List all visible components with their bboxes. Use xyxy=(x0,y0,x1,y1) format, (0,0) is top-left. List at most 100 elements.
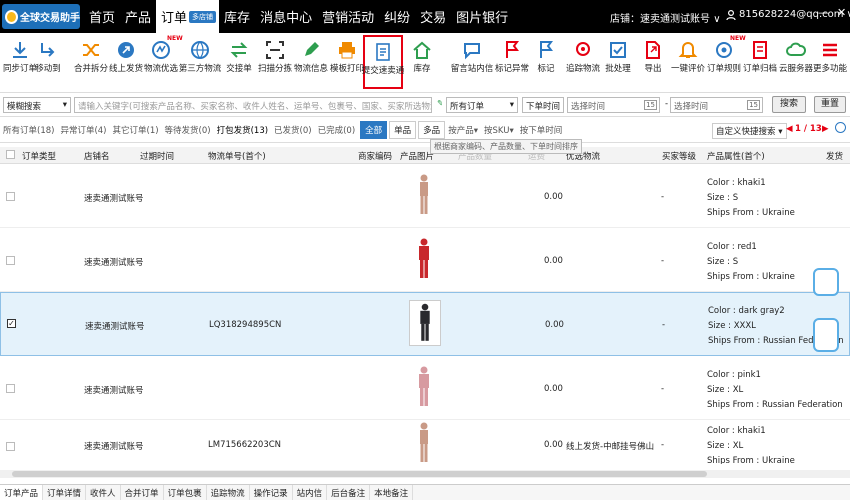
row-amount: 0.00 xyxy=(544,256,563,266)
nav-disputes[interactable]: 纠纷 xyxy=(379,0,415,33)
nav-messages[interactable]: 消息中心 xyxy=(255,0,317,33)
tab-completed[interactable]: 已完成(0) xyxy=(315,124,359,136)
page-next-icon[interactable]: ▶ xyxy=(822,124,829,134)
move-to-button[interactable]: 移动到 xyxy=(28,35,68,89)
sort-by-order-time[interactable]: 按下单时间 xyxy=(517,124,566,136)
user-account[interactable]: 815628224@qq.com ∨ xyxy=(726,9,850,20)
page-prev-icon[interactable]: ◀ xyxy=(786,124,793,134)
search-mode-select[interactable]: 模糊搜索 ▾ xyxy=(3,97,71,113)
row-store: 速卖通测试账号 xyxy=(84,442,144,452)
bar-chart-icon[interactable] xyxy=(813,318,839,352)
filter-all[interactable]: 全部 xyxy=(360,120,388,139)
filter-multi[interactable]: 多品 xyxy=(418,120,446,139)
select-all-checkbox[interactable] xyxy=(6,150,15,159)
hide-icon[interactable] xyxy=(835,122,846,133)
table-row[interactable]: 速卖通测试账号 LM715662203CN 0.00 线上发货-中邮挂号佛山 -… xyxy=(0,420,850,464)
table-header: 订单类型 店铺名 过期时间 物流单号(首个) 商家编码 产品图片 产品数量 运费… xyxy=(0,147,850,164)
sort-by-product[interactable]: 按产品▾ xyxy=(445,124,481,136)
tab-order-package[interactable]: 订单包裹 xyxy=(164,485,207,500)
filter-single[interactable]: 单品 xyxy=(389,120,417,139)
alarm-clock-icon[interactable] xyxy=(813,268,839,296)
order-toolbar: 同步订单 移动到 合并拆分 线上发货 NEW 物流优选 第三方物流 交接单 扫描分… xyxy=(0,33,850,93)
product-image[interactable] xyxy=(408,364,440,410)
col-attributes[interactable]: 产品属性(首个) xyxy=(707,150,765,162)
search-input[interactable]: 请输入关键字(可搜索产品名称、买家名称、收件人姓名、运单号、包裹号、国家、买家所… xyxy=(74,97,432,113)
nav-marketing[interactable]: 营销活动 xyxy=(317,0,379,33)
search-button[interactable]: 搜索 xyxy=(772,96,806,113)
app-logo[interactable]: 全球交易助手 xyxy=(2,4,80,29)
tab-merged-orders[interactable]: 合并订单 xyxy=(121,485,164,500)
more-functions-button[interactable]: 更多功能 xyxy=(810,35,850,89)
end-time-input[interactable]: 选择时间 15 xyxy=(670,97,763,113)
col-tracking[interactable]: 物流单号(首个) xyxy=(208,150,266,162)
nav-image-bank[interactable]: 图片银行 xyxy=(451,0,513,33)
start-time-input[interactable]: 选择时间 15 xyxy=(567,97,660,113)
nav-home[interactable]: 首页 xyxy=(84,0,120,33)
product-image[interactable] xyxy=(408,420,440,464)
cloud-icon xyxy=(786,42,806,56)
col-buyer-level[interactable]: 买家等级 xyxy=(662,150,696,162)
nav-trade[interactable]: 交易 xyxy=(415,0,451,33)
route-icon xyxy=(152,41,170,59)
nav-orders[interactable]: 订单 多店铺 xyxy=(156,0,220,33)
row-checkbox[interactable] xyxy=(6,192,15,201)
table-row[interactable]: 速卖通测试账号 0.00 - Color : khaki1 Size : S S… xyxy=(0,164,850,228)
tab-all-orders[interactable]: 所有订单(18) xyxy=(0,124,57,136)
reset-button[interactable]: 重置 xyxy=(814,96,846,113)
tab-messages[interactable]: 站内信 xyxy=(293,485,328,500)
tab-awaiting-shipment[interactable]: 等待发货(0) xyxy=(162,124,214,136)
minimize-button[interactable]: — xyxy=(818,6,829,19)
tab-backend-notes[interactable]: 后台备注 xyxy=(327,485,371,500)
product-image[interactable] xyxy=(408,236,440,282)
tab-other-orders[interactable]: 其它订单(1) xyxy=(110,124,162,136)
col-sku-code[interactable]: 商家编码 xyxy=(358,150,392,162)
flag-icon xyxy=(506,41,519,58)
tab-shipped[interactable]: 已发货(0) xyxy=(271,124,315,136)
row-store: 速卖通测试账号 xyxy=(85,322,145,332)
row-checkbox[interactable] xyxy=(6,442,15,451)
template-print-button[interactable]: 模板打印 xyxy=(327,35,367,89)
tab-order-details[interactable]: 订单详情 xyxy=(43,485,87,500)
user-icon xyxy=(726,9,736,20)
tab-recipient[interactable]: 收件人 xyxy=(86,485,121,500)
row-checkbox[interactable]: ✓ xyxy=(7,319,16,328)
table-row[interactable]: ✓ 速卖通测试账号 LQ318294895CN 0.00 - Color : d… xyxy=(0,292,850,356)
quick-search-select[interactable]: 自定义快捷搜索 ▾ xyxy=(712,123,787,139)
sort-by-sku[interactable]: 按SKU▾ xyxy=(481,124,517,136)
col-order-type[interactable]: 订单类型 xyxy=(22,150,56,162)
table-row[interactable]: 速卖通测试账号 0.00 - Color : red1 Size : S Shi… xyxy=(0,228,850,292)
horizontal-scrollbar[interactable] xyxy=(0,470,850,478)
nav-products[interactable]: 产品 xyxy=(120,0,156,33)
col-expire[interactable]: 过期时间 xyxy=(140,150,174,162)
col-ship[interactable]: 发货 xyxy=(826,150,843,162)
document-icon xyxy=(376,43,390,61)
order-filter-select[interactable]: 所有订单 ▾ xyxy=(446,97,518,113)
tab-order-products[interactable]: 订单产品 xyxy=(0,485,44,500)
pencil-icon[interactable]: ✎ xyxy=(434,97,442,113)
tab-pack-ship[interactable]: 打包发货(13) xyxy=(214,124,271,136)
scrollbar-thumb[interactable] xyxy=(12,471,707,477)
order-status-tabs: 所有订单(18) 异常订单(4) 其它订单(1) 等待发货(0) 打包发货(13… xyxy=(0,117,850,143)
table-row[interactable]: 速卖通测试账号 0.00 - Color : pink1 Size : XL S… xyxy=(0,356,850,420)
nav-inventory[interactable]: 库存 xyxy=(219,0,255,33)
product-image[interactable] xyxy=(409,300,441,346)
col-image[interactable]: 产品图片 xyxy=(400,150,434,162)
product-image[interactable] xyxy=(408,172,440,218)
tab-operation-log[interactable]: 操作记录 xyxy=(250,485,293,500)
archive-icon xyxy=(753,41,767,59)
row-checkbox[interactable] xyxy=(6,256,15,265)
time-type-select[interactable]: 下单时间▾ xyxy=(522,97,564,113)
col-store[interactable]: 店铺名 xyxy=(84,150,110,162)
tab-exception-orders[interactable]: 异常订单(4) xyxy=(57,124,109,136)
nav-orders-label: 订单 xyxy=(161,11,188,26)
inventory-button[interactable]: 库存 xyxy=(402,35,442,89)
attr-color: Color : khaki1 xyxy=(707,178,766,188)
tab-local-notes[interactable]: 本地备注 xyxy=(370,485,414,500)
row-attributes: Color : khaki1 Size : S Ships From : Ukr… xyxy=(707,176,795,221)
close-button[interactable]: ✕ xyxy=(837,6,846,19)
row-amount: 0.00 xyxy=(544,384,563,394)
store-selector[interactable]: 店铺：速卖通测试账号 ∨ xyxy=(610,10,721,25)
top-nav: 全球交易助手 首页 产品 订单 多店铺 库存 消息中心 营销活动 纠纷 交易 图片… xyxy=(0,0,850,33)
tab-track-logistics[interactable]: 追踪物流 xyxy=(207,485,250,500)
row-checkbox[interactable] xyxy=(6,384,15,393)
